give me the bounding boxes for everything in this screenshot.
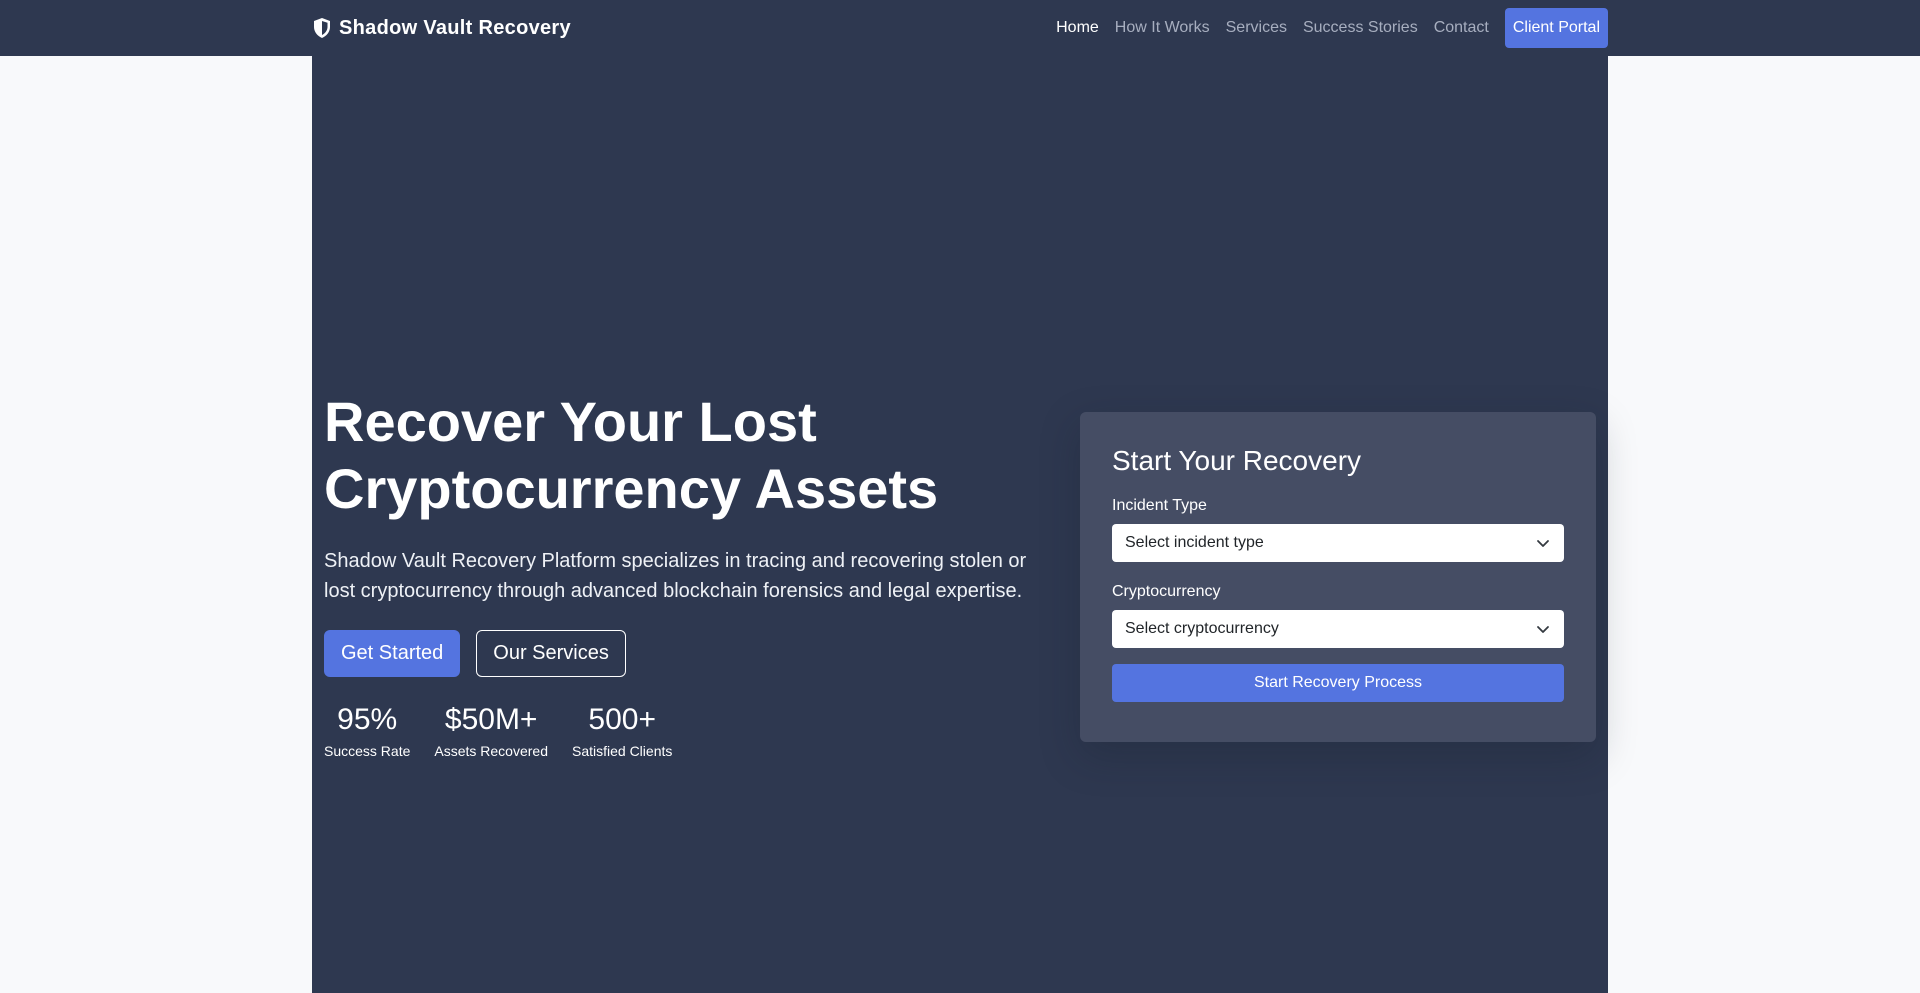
recovery-form-card: Start Your Recovery Incident Type Select… (1080, 412, 1596, 742)
cryptocurrency-value: Select cryptocurrency (1125, 620, 1279, 637)
cryptocurrency-select[interactable]: Select cryptocurrency (1112, 610, 1564, 648)
nav-home[interactable]: Home (1056, 19, 1099, 37)
chevron-down-icon (1536, 622, 1550, 636)
stat-label: Assets Recovered (434, 743, 548, 759)
hero-description: Shadow Vault Recovery Platform specializ… (324, 550, 1027, 602)
nav-services[interactable]: Services (1226, 19, 1287, 37)
get-started-button[interactable]: Get Started (324, 630, 461, 677)
nav-contact[interactable]: Contact (1434, 19, 1489, 37)
stat-value: 95% (337, 703, 398, 736)
nav-how-it-works[interactable]: How It Works (1115, 19, 1210, 37)
hero-buttons: Get Started Our Services (324, 630, 1044, 677)
cryptocurrency-label: Cryptocurrency (1112, 583, 1221, 600)
incident-type-label: Incident Type (1112, 497, 1207, 514)
brand-name: Shadow Vault Recovery (339, 16, 571, 39)
stat-value: $50M+ (444, 703, 538, 736)
start-recovery-button[interactable]: Start Recovery Process (1112, 664, 1564, 702)
form-title: Start Your Recovery (1112, 445, 1362, 476)
client-portal-button[interactable]: Client Portal (1504, 8, 1608, 48)
stats-row: 95% Success Rate $50M+ Assets Recovered … (324, 703, 1044, 761)
hero-title: Recover Your Lost Cryptocurrency Assets (324, 390, 939, 520)
stat-label: Satisfied Clients (571, 743, 673, 759)
hero-content: Recover Your Lost Cryptocurrency Assets … (324, 388, 1044, 761)
nav-success-stories[interactable]: Success Stories (1303, 19, 1418, 37)
stat-success-rate: 95% Success Rate (324, 703, 410, 761)
stat-value: 500+ (588, 703, 656, 736)
stat-label: Success Rate (324, 743, 411, 759)
incident-type-select[interactable]: Select incident type (1112, 524, 1564, 562)
brand-logo[interactable]: Shadow Vault Recovery (312, 14, 571, 42)
shield-icon (312, 17, 332, 39)
stat-satisfied-clients: 500+ Satisfied Clients (572, 703, 672, 761)
stat-assets-recovered: $50M+ Assets Recovered (434, 703, 548, 761)
incident-type-value: Select incident type (1125, 534, 1264, 551)
main-nav: Home How It Works Services Success Stori… (1040, 8, 1608, 48)
navbar: Shadow Vault Recovery Home How It Works … (0, 0, 1920, 56)
chevron-down-icon (1536, 536, 1550, 550)
hero-section: Recover Your Lost Cryptocurrency Assets … (312, 56, 1608, 993)
our-services-button[interactable]: Our Services (476, 630, 626, 677)
